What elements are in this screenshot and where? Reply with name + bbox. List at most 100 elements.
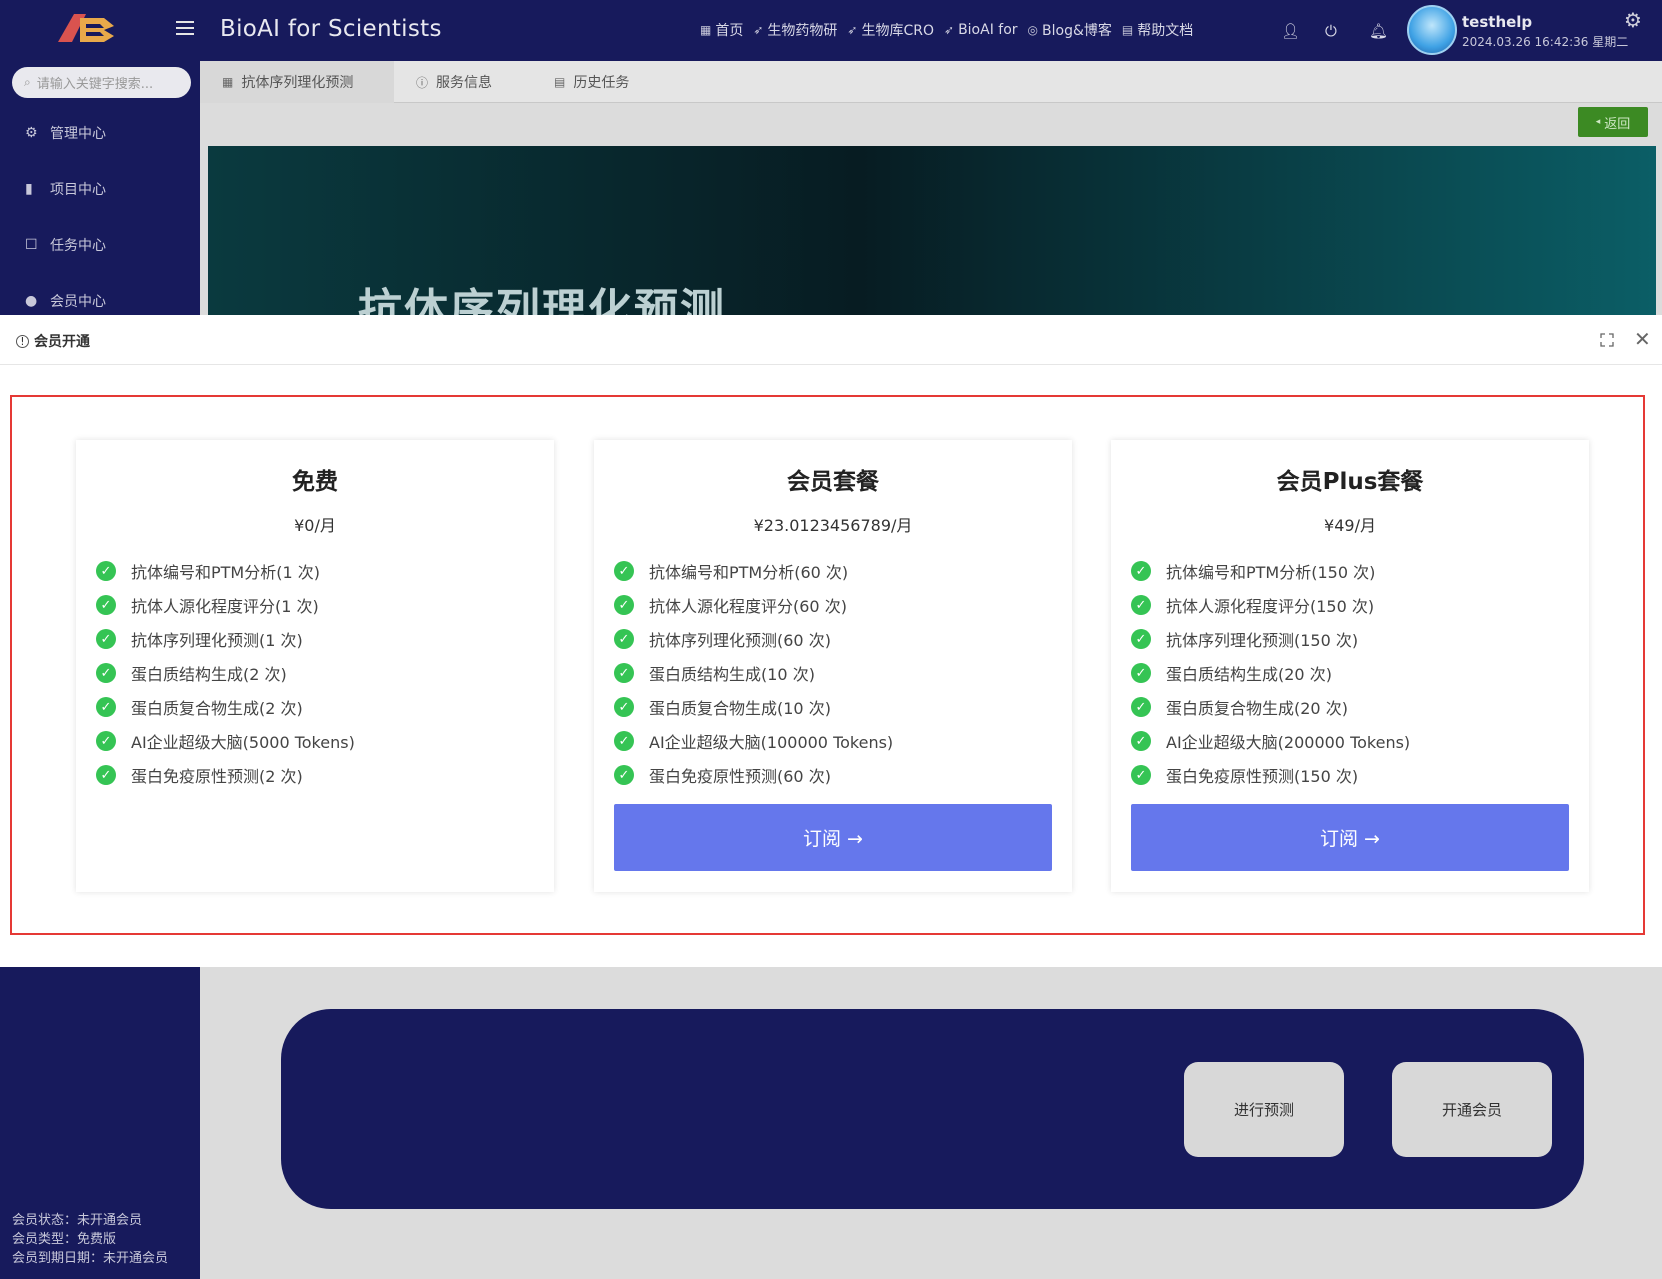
check-icon: ✓	[1131, 697, 1151, 717]
top-header: BioAI for Scientists ▦ 首页 ➶ 生物药物研 ➶ 生物库CRO …	[0, 0, 1662, 61]
feature-item: ✓ 蛋白质结构生成(2 次)	[96, 656, 355, 690]
plan-price: ¥23.0123456789/月	[753, 516, 913, 535]
feature-item: ✓ 蛋白质复合物生成(10 次)	[614, 690, 893, 724]
action-panel: 进行预测 开通会员	[281, 1009, 1584, 1209]
feature-item: ✓ AI企业超级大脑(100000 Tokens)	[614, 724, 893, 758]
user-name: testhelp	[1462, 13, 1533, 31]
check-icon: ✓	[96, 629, 116, 649]
logo[interactable]	[54, 10, 120, 44]
nav-bio-drug[interactable]: ➶ 生物药物研	[753, 20, 837, 40]
user-icon[interactable]: 👤︎	[1281, 22, 1300, 40]
plan-price: ¥49/月	[1324, 516, 1376, 535]
check-icon: ✓	[96, 561, 116, 581]
info-icon: ⓘ	[416, 75, 429, 90]
current-datetime: 2024.03.26 16:42:36 星期二	[1462, 35, 1629, 49]
chevron-left-icon: ◂	[1595, 117, 1601, 127]
member-type: 会员类型：免费版	[12, 1232, 117, 1247]
expand-icon[interactable]	[1600, 333, 1614, 347]
tab-history[interactable]: ▤ 历史任务	[526, 61, 666, 103]
nav-bioai[interactable]: ➶ BioAI for	[944, 22, 1018, 38]
app-title: BioAI for Scientists	[220, 16, 442, 42]
check-icon: ✓	[1131, 765, 1151, 785]
avatar[interactable]	[1407, 5, 1457, 55]
check-icon: ✓	[96, 765, 116, 785]
plan-name: 会员Plus套餐	[1276, 469, 1424, 495]
check-icon: ✓	[614, 595, 634, 615]
sidebar-item-members[interactable]: ● 会员中心	[25, 291, 106, 311]
nav-biolib-cro[interactable]: ➶ 生物库CRO	[847, 20, 934, 40]
doc-icon: ▤	[554, 75, 566, 89]
send-icon: ➶	[847, 23, 858, 37]
grid-icon: ▦	[700, 23, 712, 37]
send-icon: ➶	[944, 23, 955, 37]
tab-bar: ▦ 抗体序列理化预测 ⓘ 服务信息 ▤ 历史任务	[200, 61, 1662, 103]
bell-icon[interactable]: 🔔︎	[1369, 22, 1388, 40]
feature-item: ✓ 蛋白免疫原性预测(150 次)	[1131, 758, 1410, 792]
return-button[interactable]: ◂ 返回	[1578, 107, 1648, 137]
check-icon: ✓	[614, 561, 634, 581]
plan-name: 会员套餐	[787, 469, 879, 495]
tab-antibody-prediction[interactable]: ▦ 抗体序列理化预测	[200, 61, 394, 103]
subscribe-button[interactable]: 订阅 →	[1131, 804, 1569, 871]
tab-service-info[interactable]: ⓘ 服务信息	[394, 61, 526, 103]
member-info: 会员状态：未开通会员 会员类型：免费版 会员到期日期：未开通会员	[12, 1211, 168, 1268]
sidebar-item-management[interactable]: ⚙ 管理中心	[25, 123, 106, 143]
membership-modal: ! 会员开通 ✕ 免费 ¥0/月 ✓ 抗体编号和PTM分析(1 次) ✓ 抗体人源化程…	[0, 315, 1662, 967]
user-icon: ●	[25, 293, 38, 309]
feature-item: ✓ 蛋白免疫原性预测(2 次)	[96, 758, 355, 792]
feature-list: ✓ 抗体编号和PTM分析(150 次) ✓ 抗体人源化程度评分(150 次) ✓ 抗体…	[1131, 554, 1410, 792]
check-icon: ✓	[1131, 595, 1151, 615]
feature-item: ✓ 蛋白质结构生成(10 次)	[614, 656, 893, 690]
gear-icon: ⚙	[25, 125, 38, 141]
close-icon[interactable]: ✕	[1634, 327, 1651, 351]
banner: 抗体序列理化预测	[208, 146, 1656, 316]
chat-icon: ◎	[1027, 23, 1039, 37]
modal-header: ! 会员开通 ✕	[0, 315, 1662, 365]
power-icon[interactable]: ⏻	[1325, 22, 1337, 40]
plan-card-free: 免费 ¥0/月 ✓ 抗体编号和PTM分析(1 次) ✓ 抗体人源化程度评分(1 次)…	[76, 440, 554, 892]
sidebar-item-projects[interactable]: ▮ 项目中心	[25, 179, 106, 199]
check-icon: ✓	[614, 629, 634, 649]
feature-item: ✓ 抗体人源化程度评分(60 次)	[614, 588, 893, 622]
check-icon: ✓	[1131, 629, 1151, 649]
feature-item: ✓ 蛋白质复合物生成(2 次)	[96, 690, 355, 724]
feature-item: ✓ 抗体人源化程度评分(1 次)	[96, 588, 355, 622]
open-member-button[interactable]: 开通会员	[1392, 1062, 1552, 1157]
feature-item: ✓ 蛋白质复合物生成(20 次)	[1131, 690, 1410, 724]
nav-home[interactable]: ▦ 首页	[700, 20, 743, 40]
feature-list: ✓ 抗体编号和PTM分析(1 次) ✓ 抗体人源化程度评分(1 次) ✓ 抗体序列理化…	[96, 554, 355, 792]
feature-item: ✓ 抗体序列理化预测(60 次)	[614, 622, 893, 656]
member-status: 会员状态：未开通会员	[12, 1213, 143, 1228]
feature-item: ✓ AI企业超级大脑(5000 Tokens)	[96, 724, 355, 758]
nav-blog[interactable]: ◎ Blog&博客	[1028, 20, 1112, 40]
nav-help[interactable]: ▤ 帮助文档	[1122, 20, 1193, 40]
menu-toggle-icon[interactable]	[176, 21, 194, 37]
check-icon: ✓	[614, 697, 634, 717]
check-icon: ✓	[614, 765, 634, 785]
task-icon: ☐	[25, 237, 38, 253]
banner-title: 抗体序列理化预测	[358, 285, 726, 316]
feature-item: ✓ 抗体编号和PTM分析(150 次)	[1131, 554, 1410, 588]
check-icon: ✓	[96, 595, 116, 615]
feature-item: ✓ 抗体编号和PTM分析(60 次)	[614, 554, 893, 588]
subscribe-button[interactable]: 订阅 →	[614, 804, 1052, 871]
plan-price: ¥0/月	[294, 516, 336, 535]
search-placeholder: 请输入关键字搜索...	[36, 77, 154, 92]
search-icon: ⌕	[24, 75, 31, 89]
doc-icon: ▤	[1121, 23, 1134, 37]
check-icon: ✓	[96, 663, 116, 683]
settings-gear-icon[interactable]: ⚙	[1624, 8, 1642, 32]
modal-title: ! 会员开通	[16, 331, 90, 351]
feature-item: ✓ AI企业超级大脑(200000 Tokens)	[1131, 724, 1410, 758]
check-icon: ✓	[1131, 731, 1151, 751]
feature-item: ✓ 蛋白免疫原性预测(60 次)	[614, 758, 893, 792]
predict-button[interactable]: 进行预测	[1184, 1062, 1344, 1157]
plan-card-member: 会员套餐 ¥23.0123456789/月 ✓ 抗体编号和PTM分析(60 次) …	[594, 440, 1072, 892]
check-icon: ✓	[614, 663, 634, 683]
check-icon: ✓	[1131, 561, 1151, 581]
check-icon: ✓	[96, 697, 116, 717]
feature-item: ✓ 抗体编号和PTM分析(1 次)	[96, 554, 355, 588]
sidebar-item-tasks[interactable]: ☐ 任务中心	[25, 235, 106, 255]
search-input[interactable]: ⌕ 请输入关键字搜索...	[12, 67, 191, 98]
check-icon: ✓	[614, 731, 634, 751]
